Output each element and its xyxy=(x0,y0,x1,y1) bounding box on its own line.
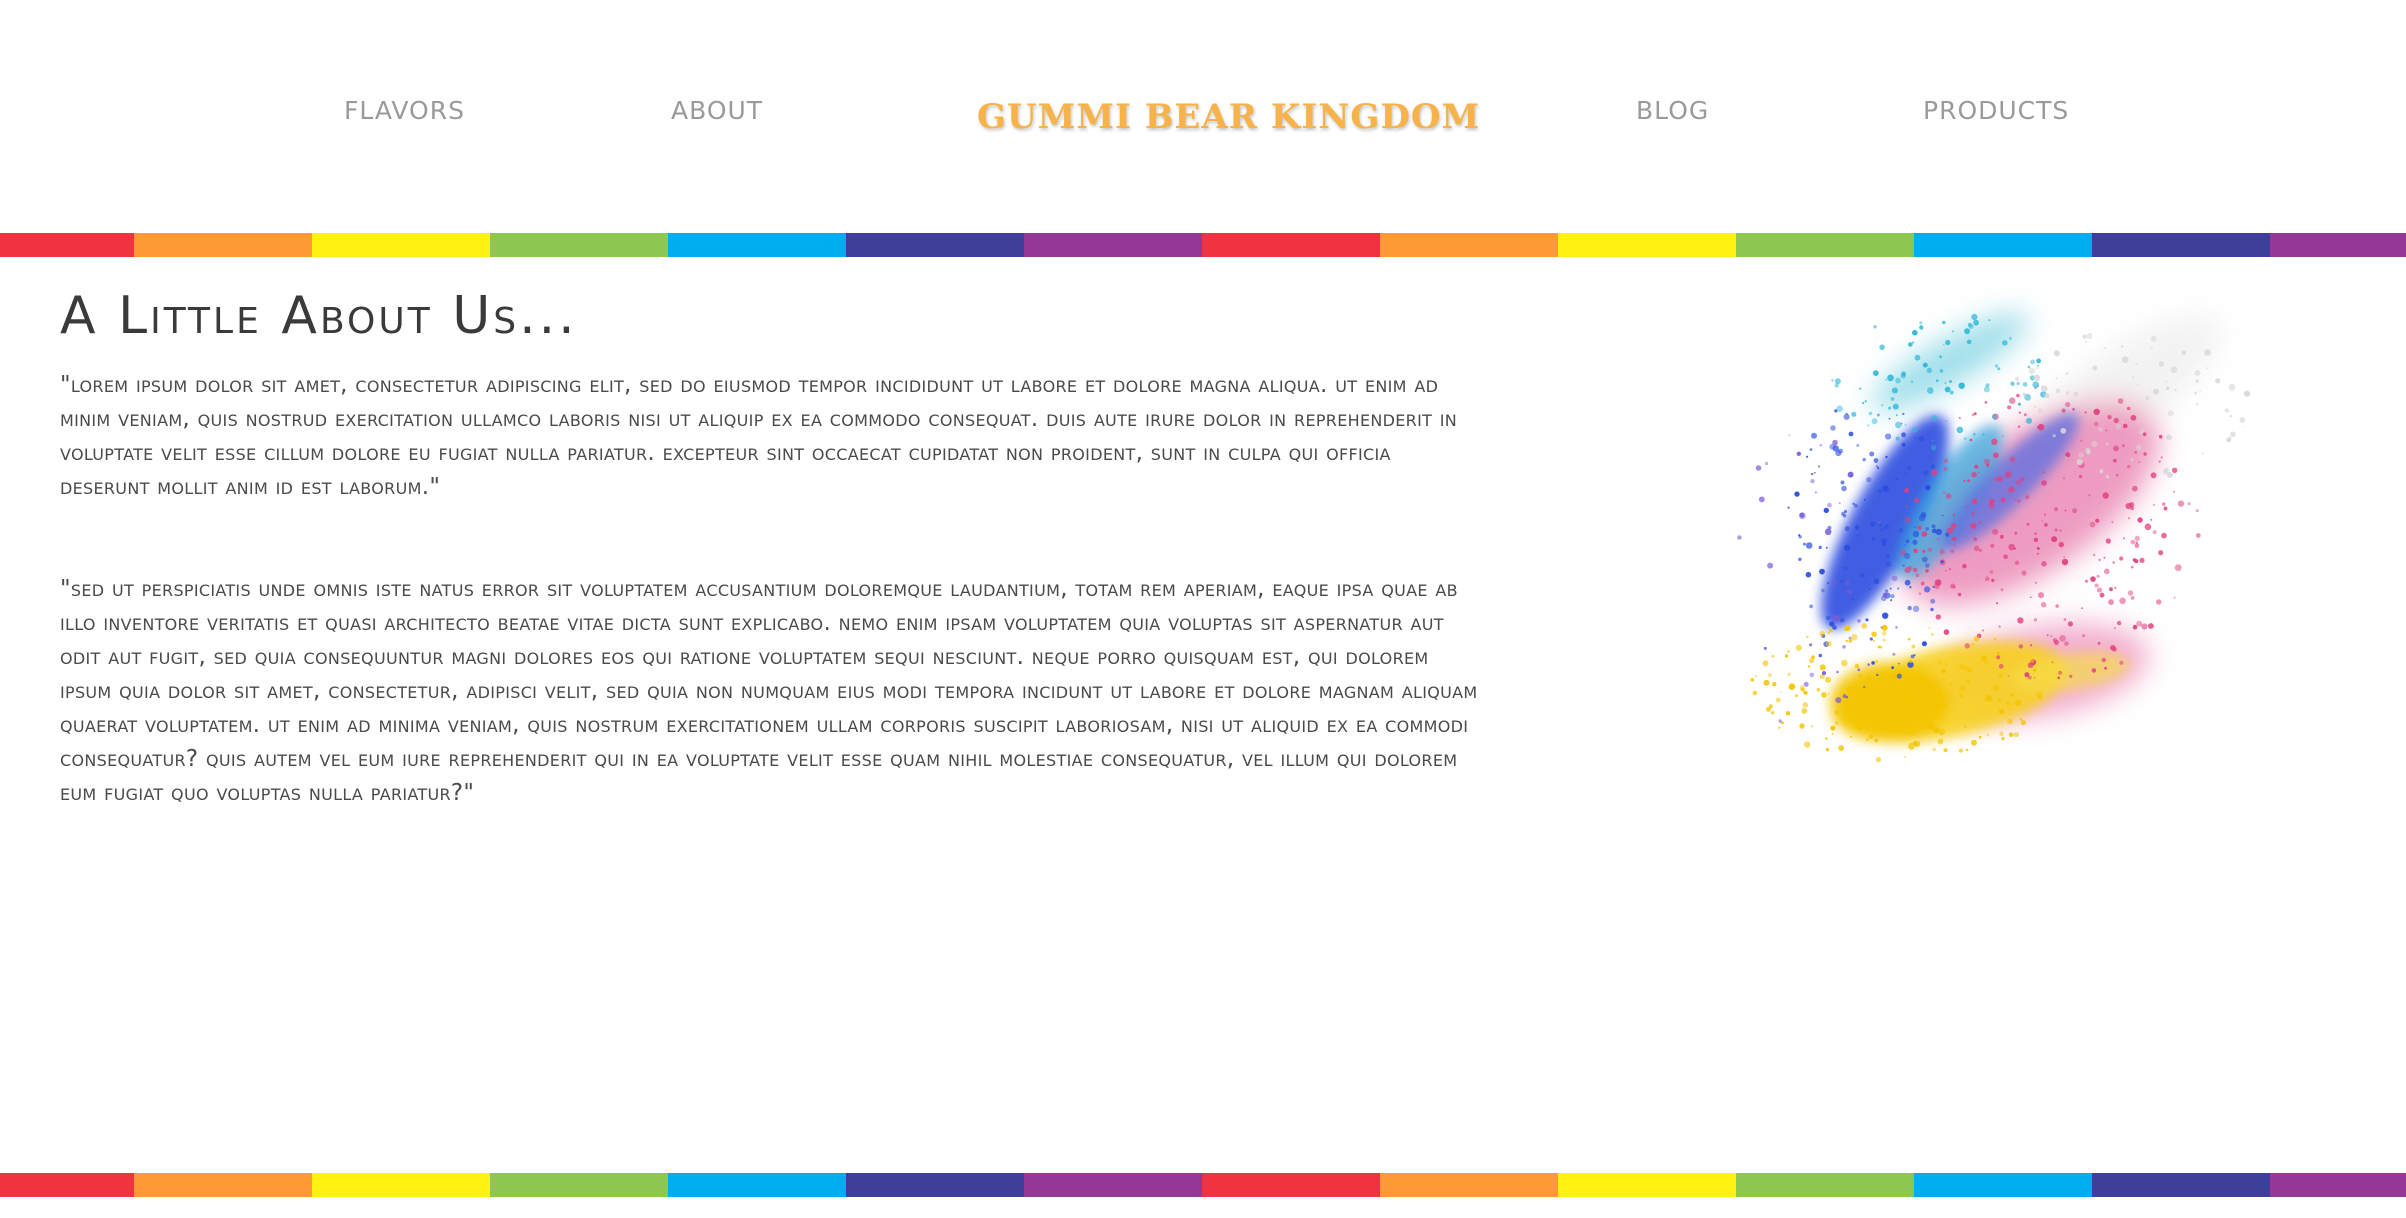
stripe-segment xyxy=(1024,233,1202,257)
stripe-segment xyxy=(490,233,668,257)
stripe-segment xyxy=(1914,1173,2092,1197)
stripe-segment xyxy=(1558,1173,1736,1197)
rainbow-stripe-top xyxy=(0,233,2406,257)
stripe-segment xyxy=(2092,1173,2270,1197)
stripe-segment xyxy=(1914,233,2092,257)
stripe-segment xyxy=(846,233,1024,257)
stripe-segment xyxy=(1202,233,1380,257)
stripe-segment xyxy=(312,1173,490,1197)
stripe-segment xyxy=(490,1173,668,1197)
about-paragraph-1: "Lorem ipsum dolor sit amet, consectetur… xyxy=(60,372,1458,500)
stripe-segment xyxy=(0,1173,134,1197)
rainbow-stripe-bottom xyxy=(0,1173,2406,1197)
brand-logo-link[interactable]: GUMMI BEAR KINGDOM xyxy=(977,97,1480,137)
stripe-segment xyxy=(2270,1173,2406,1197)
stripe-segment xyxy=(1202,1173,1380,1197)
stripe-segment xyxy=(1380,1173,1558,1197)
stripe-segment xyxy=(312,233,490,257)
stripe-segment xyxy=(1024,1173,1202,1197)
nav-link-products[interactable]: PRODUCTS xyxy=(1923,96,2069,125)
stripe-segment xyxy=(1380,233,1558,257)
stripe-segment xyxy=(2092,233,2270,257)
top-navigation: FLAVORS ABOUT GUMMI BEAR KINGDOM BLOG PR… xyxy=(0,0,2406,232)
stripe-segment xyxy=(846,1173,1024,1197)
about-paragraph-2: "Sed ut perspiciatis unde omnis iste nat… xyxy=(60,576,1478,806)
about-heading: A Little About Us... xyxy=(60,286,578,346)
stripe-segment xyxy=(1558,233,1736,257)
stripe-segment xyxy=(1736,233,1914,257)
nav-link-flavors[interactable]: FLAVORS xyxy=(344,96,465,125)
stripe-segment xyxy=(134,1173,312,1197)
nav-link-about[interactable]: ABOUT xyxy=(671,96,763,125)
nav-link-blog[interactable]: BLOG xyxy=(1636,96,1709,125)
stripe-segment xyxy=(2270,233,2406,257)
stripe-segment xyxy=(0,233,134,257)
stripe-segment xyxy=(1736,1173,1914,1197)
stripe-segment xyxy=(668,1173,846,1197)
stripe-segment xyxy=(134,233,312,257)
color-powder-splash-icon xyxy=(1650,272,2270,812)
stripe-segment xyxy=(668,233,846,257)
